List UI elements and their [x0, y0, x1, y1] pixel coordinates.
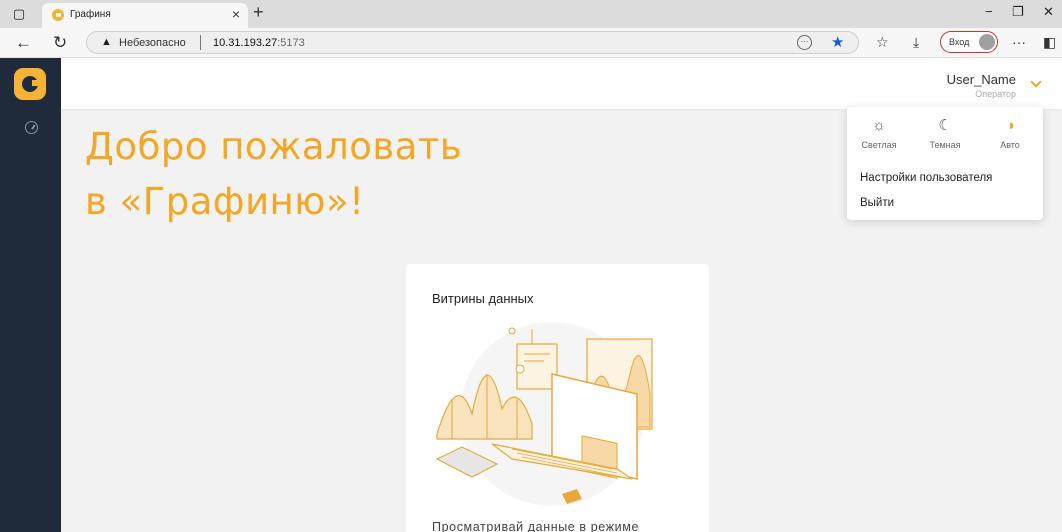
app-logo[interactable]: [14, 68, 46, 100]
card-title: Витрины данных: [432, 291, 534, 306]
new-tab-button[interactable]: +: [253, 2, 264, 23]
welcome-heading-line1: Добро пожаловать: [85, 125, 463, 168]
favicon-icon: [52, 9, 64, 21]
logout-item[interactable]: Выйти: [860, 197, 894, 209]
laptop-charts-illustration: [435, 322, 653, 506]
back-icon[interactable]: ←: [15, 33, 32, 53]
url-text[interactable]: 10.31.193.27:5173: [213, 37, 305, 49]
warning-icon[interactable]: ▲: [101, 36, 112, 48]
page-actions-icon[interactable]: ···: [797, 35, 812, 50]
theme-label: Авто: [1000, 140, 1020, 150]
theme-label: Светлая: [861, 140, 897, 150]
moon-icon: ☾: [938, 117, 952, 134]
app-sidebar: [0, 58, 61, 532]
sidebar-toggle-icon[interactable]: ◧: [1043, 34, 1056, 51]
browser-toolbar: ← ↻ ▲ Небезопасно 10.31.193.27:5173 ··· …: [0, 28, 1062, 58]
welcome-heading-line2: в «Графиню»!: [85, 180, 365, 223]
minimize-icon[interactable]: −: [985, 4, 993, 19]
tab-actions-icon[interactable]: ▢: [10, 5, 28, 23]
favorite-star-icon[interactable]: ★: [831, 33, 844, 51]
profile-label: Вход: [949, 37, 970, 47]
user-role: Оператор: [975, 89, 1016, 99]
app-header: User_Name Оператор: [61, 58, 1062, 109]
half-circle-icon: ◑: [1005, 117, 1015, 134]
profile-button[interactable]: Вход: [940, 31, 998, 53]
tab-close-icon[interactable]: ×: [232, 6, 240, 22]
divider: [200, 35, 201, 50]
theme-option-auto[interactable]: ◑ Авто: [982, 115, 1038, 150]
user-dropdown-menu: ☼ Светлая ☾ Темная ◑ Авто Настройки поль…: [847, 107, 1043, 220]
restore-icon[interactable]: ❐: [1012, 4, 1024, 20]
reload-icon[interactable]: ↻: [53, 33, 67, 53]
browser-tab-strip: ▢ Графиня × + − ❐ ✕: [0, 0, 1062, 28]
more-icon[interactable]: ···: [1012, 34, 1026, 50]
data-showcase-card[interactable]: Витрины данных Просматривай данные в реж…: [406, 264, 709, 532]
close-window-icon[interactable]: ✕: [1043, 4, 1054, 20]
tab-title: Графиня: [70, 9, 111, 20]
chevron-down-icon[interactable]: [1030, 76, 1042, 88]
sun-icon: ☼: [872, 117, 886, 134]
theme-option-dark[interactable]: ☾ Темная: [917, 115, 973, 150]
user-settings-item[interactable]: Настройки пользователя: [860, 172, 992, 184]
user-name[interactable]: User_Name: [947, 72, 1016, 87]
security-label[interactable]: Небезопасно: [119, 37, 186, 49]
downloads-icon[interactable]: ⤓: [913, 34, 919, 51]
favorites-icon[interactable]: ☆: [876, 34, 889, 51]
browser-tab[interactable]: Графиня ×: [42, 3, 248, 28]
theme-option-light[interactable]: ☼ Светлая: [851, 115, 907, 150]
address-bar[interactable]: ▲ Небезопасно 10.31.193.27:5173 ··· ★: [86, 31, 859, 54]
profile-avatar-icon: [979, 34, 995, 50]
card-description: Просматривай данные в режиме: [432, 520, 640, 532]
theme-label: Темная: [929, 140, 961, 150]
dashboard-gauge-icon[interactable]: [25, 121, 38, 134]
